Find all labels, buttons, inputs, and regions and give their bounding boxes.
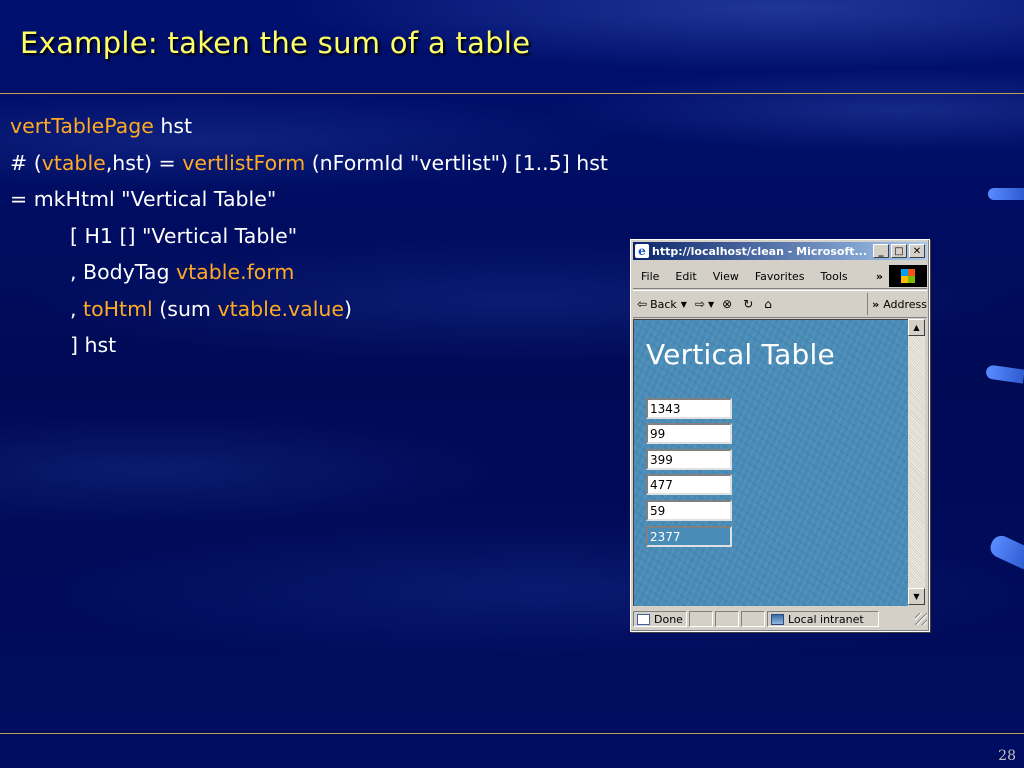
status-done: Done <box>633 611 687 627</box>
home-button[interactable]: ⌂ <box>760 297 779 311</box>
table-input-4[interactable] <box>646 474 732 495</box>
status-cell <box>741 611 765 627</box>
browser-title: http://localhost/clean - Microsoft... <box>652 244 868 258</box>
status-zone: Local intranet <box>767 611 879 627</box>
page-content: Vertical Table <box>633 319 908 606</box>
browser-titlebar[interactable]: e http://localhost/clean - Microsoft... … <box>633 242 927 260</box>
table-input-2[interactable] <box>646 423 732 444</box>
page-heading: Vertical Table <box>646 338 835 371</box>
menu-bar: File Edit View Favorites Tools » <box>633 264 927 289</box>
code-token: vtable.value <box>217 296 345 321</box>
code-line-3: = mkHtml "Vertical Table" <box>10 181 608 218</box>
decorative-swoosh <box>987 532 1024 570</box>
refresh-button[interactable]: ↻ <box>739 297 760 311</box>
code-line-7: ] hst <box>10 327 608 364</box>
code-token: toHtml <box>83 296 153 321</box>
code-line-2: # (vtable,hst) = vertlistForm (nFormId "… <box>10 145 608 182</box>
menu-tools[interactable]: Tools <box>813 270 856 283</box>
code-line-5: , BodyTag vtable.form <box>10 254 608 291</box>
forward-button[interactable]: ⇨ ▼ <box>691 297 718 311</box>
table-input-5[interactable] <box>646 500 732 521</box>
table-input-3[interactable] <box>646 449 732 470</box>
refresh-icon: ↻ <box>743 297 754 311</box>
code-token: ) <box>344 296 353 321</box>
dropdown-arrow-icon[interactable]: ▼ <box>708 300 714 309</box>
browser-window: e http://localhost/clean - Microsoft... … <box>630 239 930 632</box>
table-input-1[interactable] <box>646 398 732 419</box>
home-icon: ⌂ <box>764 297 772 311</box>
code-line-6: , toHtml (sum vtable.value) <box>10 291 608 328</box>
code-token: , <box>70 296 84 321</box>
code-token: vertlistForm <box>182 150 306 175</box>
stop-icon: ⊗ <box>722 297 733 311</box>
dropdown-arrow-icon[interactable]: ▼ <box>681 300 687 309</box>
page-number: 28 <box>998 748 1016 764</box>
status-cell <box>689 611 713 627</box>
local-intranet-icon <box>771 613 784 625</box>
code-token: ,hst) = <box>105 150 183 175</box>
close-button[interactable]: ✕ <box>909 244 925 258</box>
browser-toolbar: ⇦ Back ▼ ⇨ ▼ ⊗ ↻ ⌂ » Address <box>633 290 927 318</box>
menu-favorites[interactable]: Favorites <box>747 270 813 283</box>
menu-edit[interactable]: Edit <box>667 270 704 283</box>
back-arrow-icon: ⇦ <box>637 297 648 311</box>
code-token: ] hst <box>70 333 117 357</box>
address-bar[interactable]: » Address <box>867 293 927 315</box>
title-divider <box>0 93 1024 94</box>
code-token: # ( <box>10 150 42 175</box>
page-done-icon <box>637 613 650 625</box>
code-token: (nFormId "vertlist") [1..5] hst <box>305 150 608 175</box>
status-done-text: Done <box>654 612 683 626</box>
slide-title: Example: taken the sum of a table <box>20 26 531 60</box>
back-button[interactable]: ⇦ Back ▼ <box>633 297 691 311</box>
code-token: , BodyTag <box>70 260 177 284</box>
code-token: = mkHtml "Vertical Table" <box>10 187 277 211</box>
stop-button[interactable]: ⊗ <box>718 297 739 311</box>
resize-grip-icon[interactable] <box>915 613 927 625</box>
maximize-button[interactable]: □ <box>891 244 907 258</box>
menu-view[interactable]: View <box>705 270 747 283</box>
code-token: hst <box>153 114 193 138</box>
code-line-4: [ H1 [] "Vertical Table" <box>10 218 608 255</box>
address-label: Address <box>883 297 927 311</box>
status-zone-text: Local intranet <box>788 612 864 626</box>
toolbar-overflow-chevron-icon[interactable]: » <box>872 298 879 311</box>
footer-divider <box>0 733 1024 734</box>
decorative-swoosh <box>988 188 1024 200</box>
minimize-button[interactable]: _ <box>873 244 889 258</box>
code-token: [ H1 [] "Vertical Table" <box>70 223 298 248</box>
scroll-up-button[interactable]: ▲ <box>908 319 925 336</box>
forward-arrow-icon: ⇨ <box>694 297 705 311</box>
sum-field <box>646 526 732 547</box>
windows-logo-icon <box>889 265 927 287</box>
code-token: vtable <box>41 150 106 175</box>
scroll-down-button[interactable]: ▼ <box>908 588 925 605</box>
menu-overflow-chevron-icon[interactable]: » <box>876 270 889 283</box>
status-cell <box>715 611 739 627</box>
code-token: vtable.form <box>176 260 295 284</box>
back-label: Back <box>650 297 677 311</box>
menu-file[interactable]: File <box>633 270 667 283</box>
code-token: (sum <box>152 296 218 321</box>
code-token: vertTablePage <box>10 114 154 138</box>
decorative-swoosh <box>985 364 1024 384</box>
code-block: vertTablePage hst # (vtable,hst) = vertl… <box>10 108 608 364</box>
status-bar: Done Local intranet <box>633 609 927 629</box>
vertical-scrollbar[interactable]: ▲ ▼ <box>908 319 925 605</box>
code-line-1: vertTablePage hst <box>10 108 608 145</box>
internet-explorer-icon: e <box>635 244 649 258</box>
